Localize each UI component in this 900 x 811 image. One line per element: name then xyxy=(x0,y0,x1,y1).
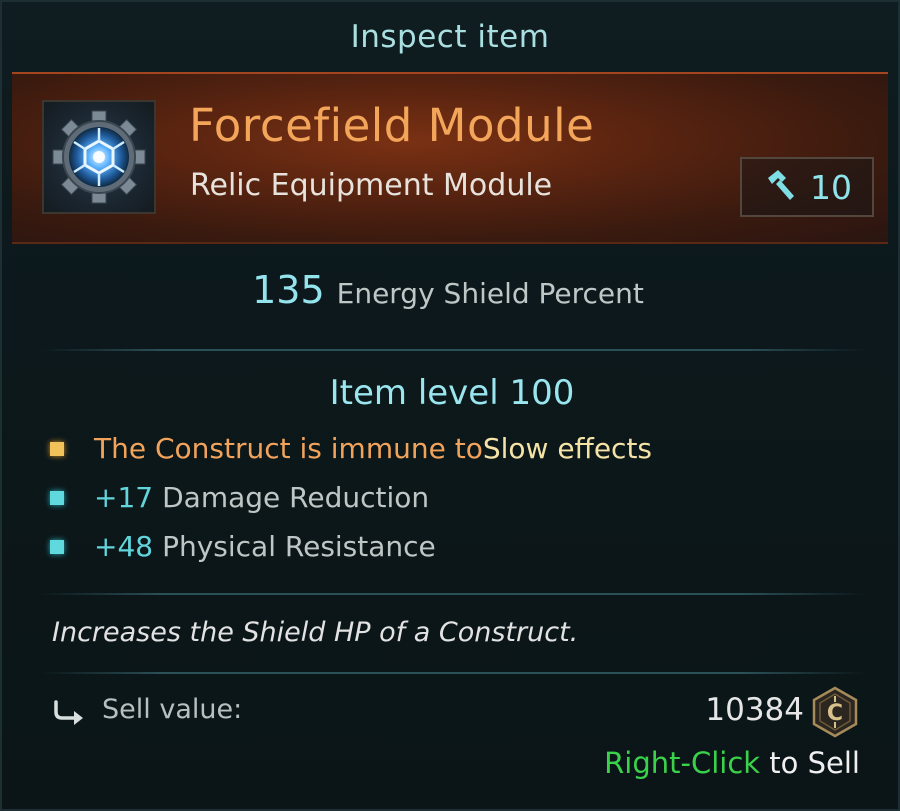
divider xyxy=(40,349,866,351)
sell-row: Sell value: 10384 C xyxy=(2,686,900,738)
divider xyxy=(40,672,866,674)
item-name: Forcefield Module xyxy=(189,99,595,152)
hint-action: Right-Click xyxy=(604,746,761,780)
required-level-value: 10 xyxy=(810,167,852,207)
property-row: +17 Damage Reduction xyxy=(50,481,429,514)
forcefield-gear-icon xyxy=(42,100,156,214)
credit-coin-icon: C xyxy=(810,686,860,742)
property-value: +17 xyxy=(94,481,154,514)
cyan-bullet-icon xyxy=(50,490,64,505)
hammer-icon xyxy=(762,168,796,206)
property-value: +48 xyxy=(94,530,154,563)
property-label: Physical Resistance xyxy=(162,530,436,563)
hint-text: to Sell xyxy=(760,746,860,780)
property-text: The Construct is immune to xyxy=(94,432,483,465)
required-level-badge: 10 xyxy=(740,157,874,217)
property-label: Damage Reduction xyxy=(162,481,430,514)
item-type: Relic Equipment Module xyxy=(190,168,553,203)
main-stat-label: Energy Shield Percent xyxy=(336,277,644,310)
divider xyxy=(40,593,866,595)
cyan-bullet-icon xyxy=(50,539,64,554)
window-title: Inspect item xyxy=(350,19,550,55)
property-highlight: Slow effects xyxy=(482,432,653,465)
property-row: +48 Physical Resistance xyxy=(50,530,436,563)
main-stat: 135 Energy Shield Percent xyxy=(0,268,898,312)
property-row: The Construct is immune to Slow effects xyxy=(50,432,652,465)
sell-value: 10384 xyxy=(705,692,804,728)
main-stat-value: 135 xyxy=(252,268,325,312)
sell-label: Sell value: xyxy=(102,694,243,725)
gold-bullet-icon xyxy=(50,441,64,456)
item-header: Forcefield Module Relic Equipment Module… xyxy=(12,72,888,244)
return-arrow-icon xyxy=(52,698,86,732)
item-description: Increases the Shield HP of a Construct. xyxy=(52,617,579,648)
inspect-item-panel: Inspect item Forcefield Module Relic Equ… xyxy=(0,0,900,811)
item-level: Item level 100 xyxy=(329,373,575,413)
sell-hint: Right-Click to Sell xyxy=(604,746,860,780)
